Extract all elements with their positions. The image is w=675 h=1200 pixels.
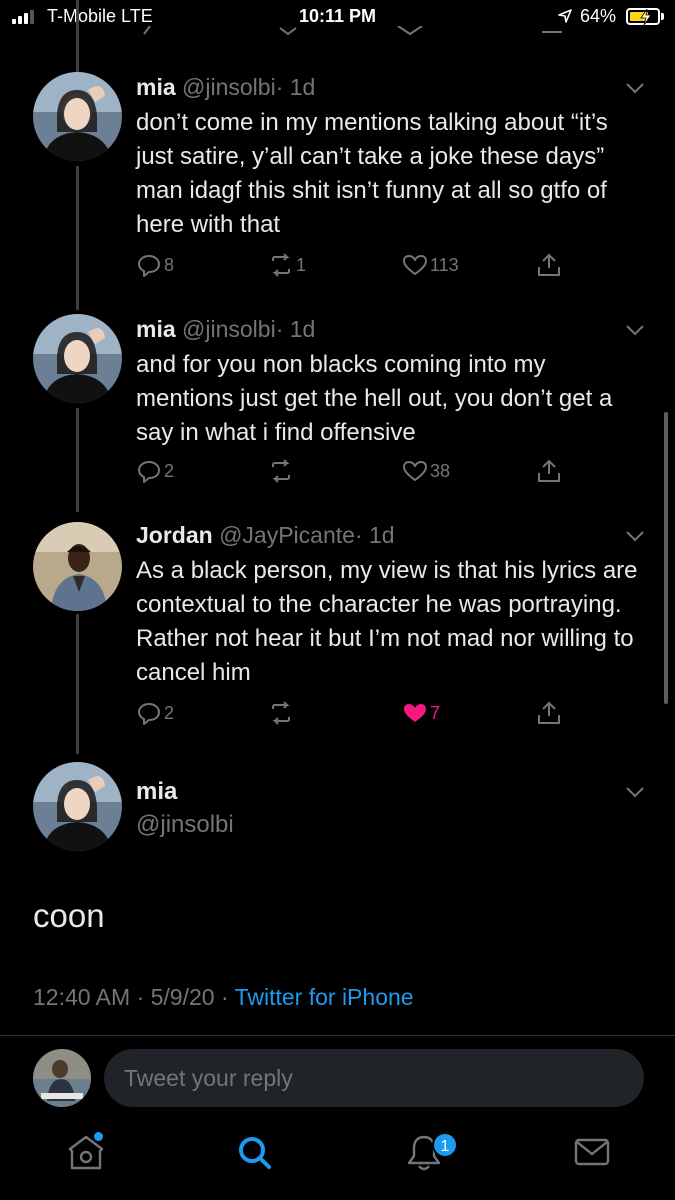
reply-icon — [138, 703, 160, 725]
notification-badge: 1 — [432, 1132, 458, 1158]
tab-messages[interactable] — [570, 1130, 614, 1174]
heart-icon — [403, 255, 427, 275]
reply-icon — [138, 461, 160, 483]
tweet[interactable]: Jordan @JayPicante· 1d As a black person… — [0, 520, 675, 740]
retweet-button[interactable] — [268, 456, 296, 486]
tweet[interactable]: mia @jinsolbi· 1d don’t come in my menti… — [0, 72, 675, 292]
status-time: 10:11 PM — [298, 6, 377, 26]
avatar[interactable] — [33, 72, 122, 161]
tweet-author-name[interactable]: Jordan — [136, 522, 213, 548]
share-icon — [538, 459, 560, 482]
current-user-avatar[interactable] — [33, 1049, 91, 1107]
like-count: 38 — [430, 460, 451, 481]
like-button[interactable]: 113 — [402, 250, 459, 280]
scrollbar[interactable] — [664, 412, 668, 704]
tweet[interactable]: mia @jinsolbi· 1d and for you non blacks… — [0, 314, 675, 504]
battery-nub — [661, 13, 664, 20]
focused-tweet-author-name[interactable]: mia — [136, 778, 177, 806]
tweet-header: Jordan @JayPicante· 1d — [136, 522, 395, 549]
retweet-icon — [272, 253, 290, 277]
tweet-actions: 2 7 — [136, 698, 576, 730]
messages-icon — [574, 1138, 610, 1166]
tweet-actions: 2 38 — [136, 456, 576, 488]
like-button[interactable]: 38 — [402, 456, 450, 486]
chevron-down-icon[interactable] — [625, 786, 645, 798]
chevron-down-icon[interactable] — [625, 324, 645, 336]
divider — [0, 1035, 675, 1036]
tweet-source-link[interactable]: Twitter for iPhone — [235, 984, 414, 1010]
tweet-author-name[interactable]: mia — [136, 74, 176, 100]
battery-percent: 64% — [580, 6, 617, 26]
heart-filled-icon — [404, 704, 426, 722]
tweet-meta: 12:40 AM · 5/9/20 · Twitter for iPhone — [33, 984, 414, 1011]
reply-count: 2 — [164, 460, 175, 481]
search-icon — [239, 1137, 271, 1169]
share-button[interactable] — [536, 250, 562, 280]
tweet-timestamp: 12:40 AM · 5/9/20 · — [33, 984, 235, 1010]
tweet-author-handle[interactable]: @jinsolbi — [182, 74, 276, 100]
share-button[interactable] — [536, 698, 562, 728]
tweet-actions: 8 1 113 — [136, 250, 576, 282]
reply-button[interactable]: 2 — [136, 456, 174, 486]
share-icon — [538, 701, 560, 724]
avatar[interactable] — [33, 522, 122, 611]
like-count: 113 — [430, 254, 459, 275]
reply-button[interactable]: 2 — [136, 698, 174, 728]
home-new-indicator — [94, 1132, 103, 1141]
reply-button[interactable]: 8 — [136, 250, 174, 280]
location-icon — [558, 9, 572, 23]
tweet-header: mia @jinsolbi· 1d — [136, 74, 315, 101]
retweet-button[interactable] — [268, 698, 296, 728]
reply-icon — [138, 255, 160, 277]
tweet-text: As a black person, my view is that his l… — [136, 557, 638, 686]
tweet-header: mia @jinsolbi· 1d — [136, 316, 315, 343]
heart-icon — [403, 461, 427, 481]
reply-count: 8 — [164, 254, 175, 275]
tweet-text: and for you non blacks coming into my me… — [136, 351, 613, 446]
chevron-down-icon[interactable] — [625, 82, 645, 94]
focused-tweet-text: coon — [33, 897, 105, 934]
retweet-icon — [272, 459, 290, 483]
focused-tweet-author-handle[interactable]: @jinsolbi — [136, 811, 234, 839]
previous-tweet-actions-edge — [143, 26, 562, 36]
share-button[interactable] — [536, 456, 562, 486]
tweet-time: · 1d — [275, 74, 316, 100]
tab-search[interactable] — [232, 1130, 276, 1174]
share-icon — [538, 253, 560, 276]
avatar[interactable] — [33, 762, 122, 851]
tweet-author-handle[interactable]: @jinsolbi — [182, 316, 276, 342]
reply-count: 2 — [164, 702, 175, 723]
retweet-count: 1 — [296, 254, 307, 275]
like-count: 7 — [430, 702, 441, 723]
tweet-text: don’t come in my mentions talking about … — [136, 109, 608, 238]
avatar[interactable] — [33, 314, 122, 403]
charging-bolt-icon — [640, 9, 652, 25]
tweet-time: · 1d — [354, 522, 395, 548]
retweet-icon — [272, 701, 290, 725]
like-button[interactable]: 7 — [402, 698, 440, 728]
tweet-author-name[interactable]: mia — [136, 316, 176, 342]
tweet-reply-input[interactable] — [104, 1049, 644, 1107]
tweet-author-handle[interactable]: @JayPicante — [219, 522, 355, 548]
tweet-time: · 1d — [275, 316, 316, 342]
chevron-down-icon[interactable] — [625, 530, 645, 542]
thread-line — [76, 0, 79, 72]
retweet-button[interactable]: 1 — [268, 250, 306, 280]
